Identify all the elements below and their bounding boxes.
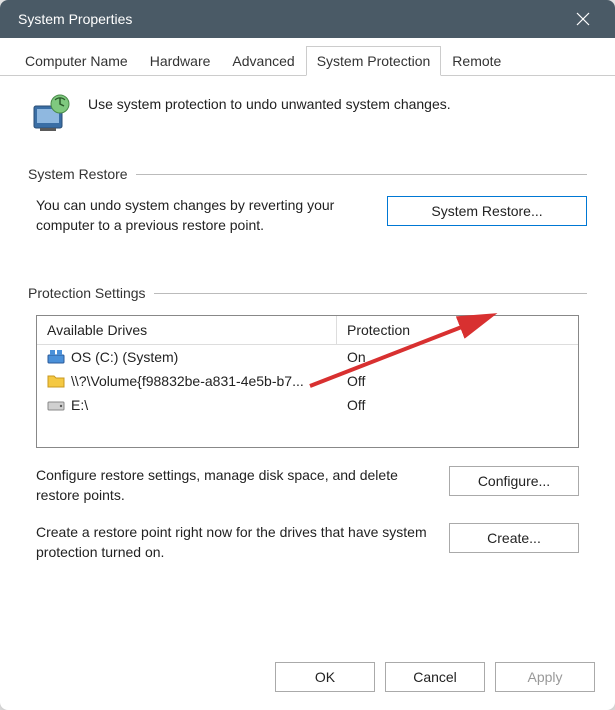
drives-body: OS (C:) (System) On \\?\Volume{f98832be-… [37, 345, 578, 447]
cancel-button[interactable]: Cancel [385, 662, 485, 692]
system-restore-button[interactable]: System Restore... [387, 196, 587, 226]
table-spacer [37, 417, 578, 447]
column-protection[interactable]: Protection [337, 316, 578, 344]
column-available-drives[interactable]: Available Drives [37, 316, 337, 344]
drives-table: Available Drives Protection OS (C:) (Sys… [36, 315, 579, 448]
folder-icon [47, 373, 65, 389]
configure-text: Configure restore settings, manage disk … [36, 466, 435, 505]
restore-description: You can undo system changes by reverting… [36, 196, 373, 235]
protection-settings-title: Protection Settings [28, 285, 587, 301]
table-row[interactable]: \\?\Volume{f98832be-a831-4e5b-b7... Off [37, 369, 578, 393]
close-button[interactable] [563, 0, 603, 38]
tab-content: Use system protection to undo unwanted s… [0, 75, 615, 652]
os-drive-icon [47, 349, 65, 365]
table-row[interactable]: E:\ Off [37, 393, 578, 417]
tab-computer-name[interactable]: Computer Name [14, 46, 139, 76]
drive-status: Off [337, 395, 578, 415]
restore-row: You can undo system changes by reverting… [28, 196, 587, 235]
configure-row: Configure restore settings, manage disk … [28, 466, 587, 505]
window-title: System Properties [18, 11, 132, 27]
tab-hardware[interactable]: Hardware [139, 46, 222, 76]
table-row[interactable]: OS (C:) (System) On [37, 345, 578, 369]
drive-name: E:\ [71, 397, 88, 413]
drives-header: Available Drives Protection [37, 316, 578, 345]
create-row: Create a restore point right now for the… [28, 523, 587, 562]
close-icon [576, 12, 590, 26]
tabs: Computer Name Hardware Advanced System P… [0, 38, 615, 76]
create-button[interactable]: Create... [449, 523, 579, 553]
system-properties-window: System Properties Computer Name Hardware… [0, 0, 615, 710]
protection-settings-group: Protection Settings Available Drives Pro… [28, 285, 587, 562]
configure-button[interactable]: Configure... [449, 466, 579, 496]
ok-button[interactable]: OK [275, 662, 375, 692]
drive-name: \\?\Volume{f98832be-a831-4e5b-b7... [71, 373, 304, 389]
system-restore-group: System Restore You can undo system chang… [28, 166, 587, 235]
drive-status: Off [337, 371, 578, 391]
apply-button[interactable]: Apply [495, 662, 595, 692]
create-text: Create a restore point right now for the… [36, 523, 435, 562]
tab-system-protection[interactable]: System Protection [306, 46, 442, 76]
titlebar: System Properties [0, 0, 615, 38]
tab-remote[interactable]: Remote [441, 46, 512, 76]
dialog-footer: OK Cancel Apply [0, 652, 615, 710]
system-restore-title: System Restore [28, 166, 587, 182]
tab-advanced[interactable]: Advanced [221, 46, 305, 76]
drive-status: On [337, 347, 578, 367]
disk-drive-icon [47, 397, 65, 413]
intro-text: Use system protection to undo unwanted s… [88, 92, 451, 112]
intro-row: Use system protection to undo unwanted s… [28, 92, 587, 136]
system-protection-icon [28, 92, 72, 136]
drive-name: OS (C:) (System) [71, 349, 178, 365]
